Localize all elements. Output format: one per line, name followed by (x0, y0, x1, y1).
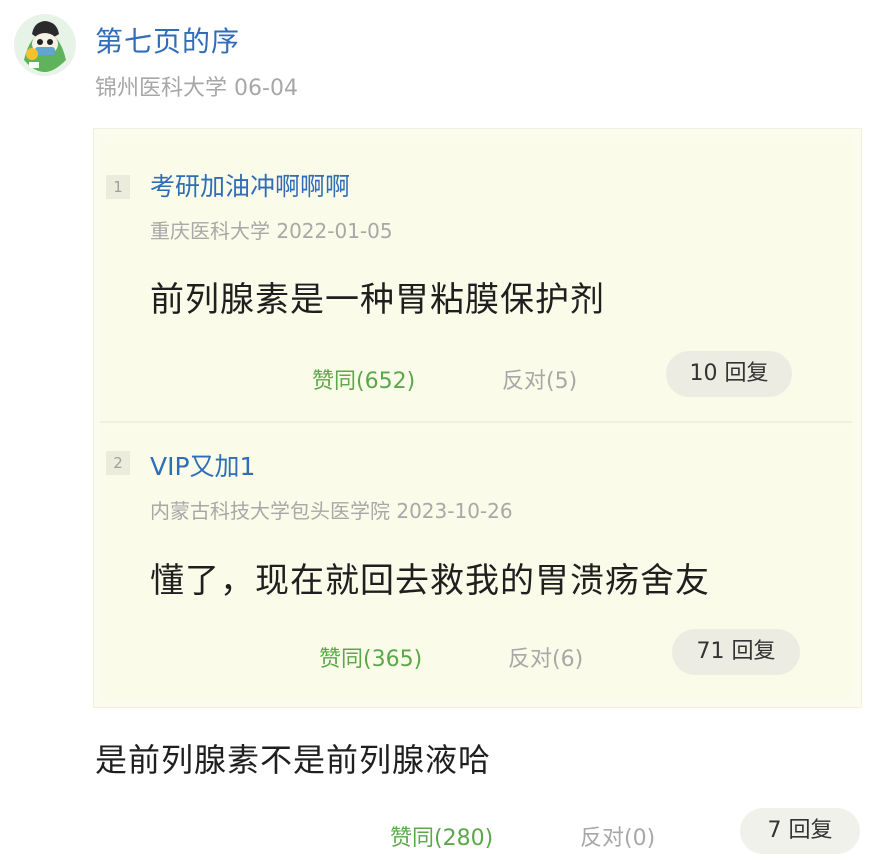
author-meta: 锦州医科大学 06-04 (95, 70, 298, 102)
agree-button[interactable]: 赞同(652) (312, 363, 415, 395)
oppose-button[interactable]: 反对(6) (508, 641, 583, 673)
quoted-comment-1: 1 考研加油冲啊啊啊 重庆医科大学 2022-01-05 前列腺素是一种胃粘膜保… (100, 137, 852, 423)
quote-author-name[interactable]: VIP又加1 (150, 447, 255, 483)
oppose-button[interactable]: 反对(5) (502, 363, 577, 395)
agree-button[interactable]: 赞同(280) (390, 820, 493, 852)
author-school: 锦州医科大学 (95, 76, 228, 101)
quoted-comment-2: 2 VIP又加1 内蒙古科技大学包头医学院 2023-10-26 懂了，现在就回… (100, 425, 852, 699)
quote-text: 前列腺素是一种胃粘膜保护剂 (150, 280, 605, 320)
comment-date: 06-04 (234, 76, 298, 101)
reply-button[interactable]: 10 回复 (666, 351, 792, 397)
reply-button[interactable]: 7 回复 (740, 808, 860, 854)
author-name[interactable]: 第七页的序 (95, 20, 240, 60)
quote-author-meta: 重庆医科大学 2022-01-05 (150, 219, 393, 243)
floor-number: 2 (106, 451, 130, 475)
agree-button[interactable]: 赞同(365) (319, 641, 422, 673)
quote-author-name[interactable]: 考研加油冲啊啊啊 (150, 167, 350, 203)
avatar-icon[interactable] (14, 14, 76, 76)
quote-text: 懂了，现在就回去救我的胃溃疡舍友 (150, 561, 710, 601)
comment-text: 是前列腺素不是前列腺液哈 (95, 741, 492, 779)
quoted-comments: 1 考研加油冲啊啊啊 重庆医科大学 2022-01-05 前列腺素是一种胃粘膜保… (93, 128, 862, 708)
floor-number: 1 (106, 175, 130, 199)
oppose-button[interactable]: 反对(0) (580, 820, 655, 852)
reply-button[interactable]: 71 回复 (672, 629, 800, 675)
quote-author-meta: 内蒙古科技大学包头医学院 2023-10-26 (150, 499, 513, 523)
